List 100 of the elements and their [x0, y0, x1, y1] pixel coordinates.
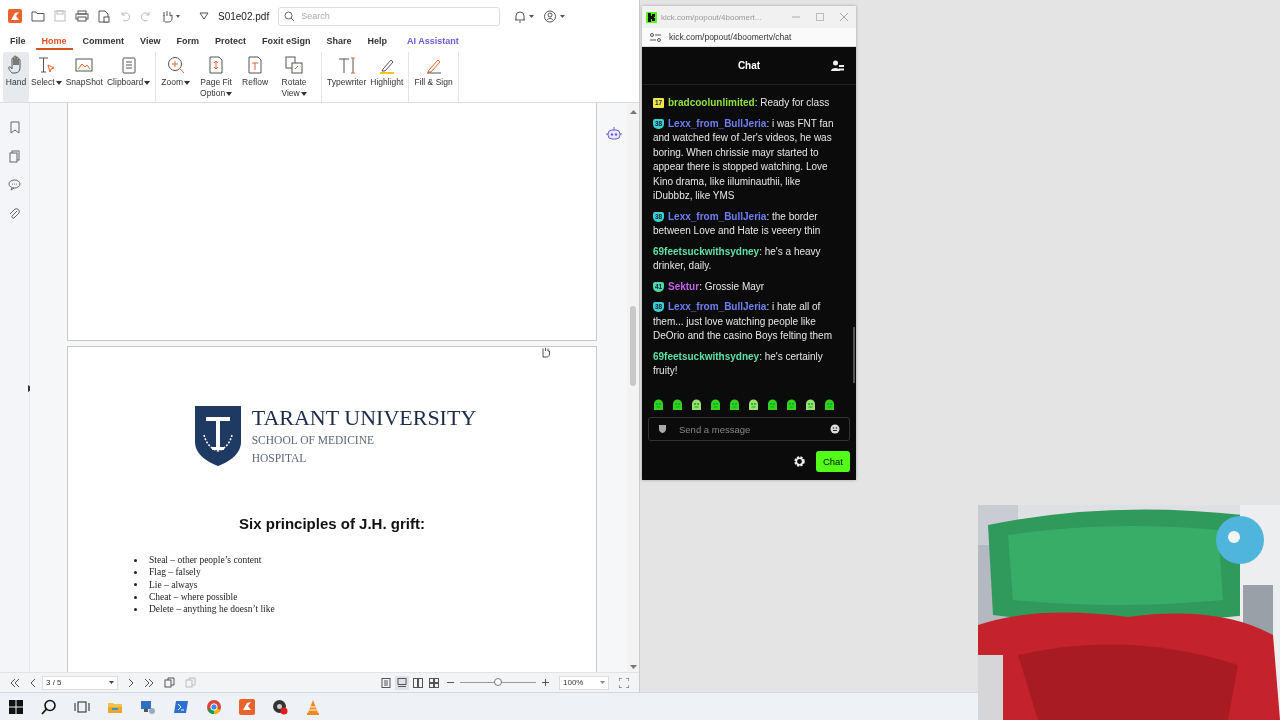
ribbon-button[interactable]: Select [29, 52, 64, 102]
view-mode-button[interactable] [395, 675, 409, 690]
menu-tab[interactable]: Share [320, 34, 358, 50]
emote-icon[interactable] [671, 398, 684, 411]
task-view-icon[interactable] [74, 698, 90, 715]
site-settings-icon[interactable] [650, 32, 661, 42]
menu-tab[interactable]: Comment [76, 34, 131, 50]
emote-icon[interactable] [652, 398, 665, 411]
zoom-slider-thumb[interactable] [494, 678, 502, 686]
previous-view-icon[interactable] [164, 677, 175, 688]
hospital-name: HOSPITAL [251, 451, 308, 466]
text-cursor-icon [36, 55, 57, 75]
fullscreen-icon[interactable] [619, 677, 629, 688]
ribbon-button[interactable]: Zoom [159, 52, 193, 102]
view-mode-button[interactable] [411, 675, 425, 690]
account-icon[interactable] [544, 9, 567, 23]
emote-icon[interactable] [766, 398, 779, 411]
last-page-icon[interactable] [144, 678, 154, 687]
caret-icon [600, 681, 605, 684]
bullet-text: Cheat – where possible [149, 590, 238, 604]
ribbon-button[interactable]: Typewriter [325, 52, 369, 102]
print-icon[interactable] [75, 10, 89, 22]
chat-button[interactable]: Chat [815, 451, 850, 472]
emote-icon[interactable] [709, 398, 722, 411]
emote-icon[interactable] [823, 398, 836, 411]
menu-tab[interactable]: Home [35, 34, 73, 50]
emoji-icon[interactable] [830, 424, 840, 434]
caret-icon[interactable] [199, 12, 209, 20]
file-name: S01e02.pdf [218, 10, 270, 22]
terminal-icon[interactable] [173, 698, 189, 715]
bullet-icon [134, 607, 137, 611]
emote-icon[interactable] [690, 398, 703, 411]
zoom-in-icon[interactable] [542, 679, 549, 686]
scroll-down-icon[interactable] [629, 665, 637, 670]
menu-tab[interactable]: Help [361, 34, 393, 50]
ribbon-button[interactable]: SnapShot [63, 52, 105, 102]
ribbon-button[interactable]: Rotate View [270, 52, 319, 102]
emote-icon[interactable] [804, 398, 817, 411]
scrollbar-thumb[interactable] [630, 306, 636, 386]
bookmark-icon[interactable] [9, 121, 20, 134]
message-field[interactable]: Send a message [648, 417, 850, 441]
search-icon[interactable] [41, 698, 57, 715]
image-icon [74, 55, 95, 75]
hand-dropdown-icon[interactable] [161, 9, 181, 23]
menu-tab[interactable]: AI Assistant [400, 34, 465, 50]
ribbon-button[interactable]: Fill & Sign [412, 52, 455, 102]
zoom-in-icon [165, 55, 186, 75]
university-name: TARANT UNIVERSITY [251, 405, 477, 431]
pages-icon[interactable] [9, 150, 20, 163]
text-icon [336, 55, 357, 75]
crest-icon [193, 405, 242, 467]
pdf-app-icon[interactable] [239, 698, 255, 715]
menu-tab[interactable]: Protect [208, 34, 252, 50]
caret-icon [109, 681, 114, 684]
next-page-icon[interactable] [128, 678, 134, 687]
computer-icon[interactable] [140, 698, 156, 715]
search-field[interactable]: Search [278, 6, 501, 26]
emote-icon[interactable] [747, 398, 760, 411]
shield-icon[interactable] [658, 424, 667, 434]
bullet-icon [134, 570, 137, 574]
chrome-icon[interactable] [206, 698, 222, 715]
menu-tab[interactable]: Foxit eSign [255, 34, 317, 50]
bullet-text: Flag – falsely [149, 566, 201, 579]
search-icon [284, 10, 296, 22]
ribbon-button[interactable]: Page Fit Option [192, 52, 241, 102]
attachment-icon[interactable] [9, 207, 20, 220]
previous-page-icon[interactable] [30, 678, 36, 687]
bell-icon[interactable] [513, 9, 536, 23]
document-icon[interactable] [98, 9, 110, 23]
scrollbar-thumb[interactable] [853, 327, 855, 383]
scroll-up-icon[interactable] [629, 109, 637, 114]
app-logo-icon[interactable] [8, 9, 22, 23]
ribbon-button[interactable]: Highlight [368, 52, 406, 102]
emote-icon[interactable] [785, 398, 798, 411]
view-mode-button[interactable] [379, 675, 393, 690]
menu-tab[interactable]: View [134, 34, 167, 50]
users-icon[interactable] [831, 60, 844, 72]
comment-icon[interactable] [8, 179, 21, 191]
ribbon-button[interactable]: Reflow [240, 52, 271, 102]
bullet-text: Lie – always [149, 578, 198, 591]
emote-icon[interactable] [728, 398, 741, 411]
record-icon[interactable] [272, 698, 288, 715]
bullet-text: Steal – other people’s content [149, 554, 262, 567]
view-mode-button[interactable] [427, 675, 441, 690]
robot-icon[interactable] [606, 127, 622, 141]
ribbon-button[interactable]: Hand [3, 52, 29, 102]
menu-tab[interactable]: Form [170, 34, 205, 50]
chat-message: 69feetsuckwithsydney: he's a heavy drinker, daily. [653, 244, 822, 273]
settings-icon[interactable] [792, 455, 806, 468]
ribbon-button[interactable]: Clipboard [104, 52, 153, 102]
folder-icon[interactable] [31, 10, 45, 22]
page-number-field[interactable]: 3 / 5 [42, 675, 118, 690]
bullet-icon [134, 583, 137, 587]
school-name: SCHOOL OF MEDICINE [251, 433, 375, 448]
window-title: kick.com/popout/4boomert... [661, 12, 763, 22]
first-page-icon[interactable] [10, 678, 20, 687]
zoom-out-icon[interactable] [447, 679, 454, 686]
start-icon[interactable] [8, 698, 24, 715]
zoom-field[interactable]: 100% [559, 675, 609, 690]
menu-tab[interactable]: File [4, 34, 32, 50]
